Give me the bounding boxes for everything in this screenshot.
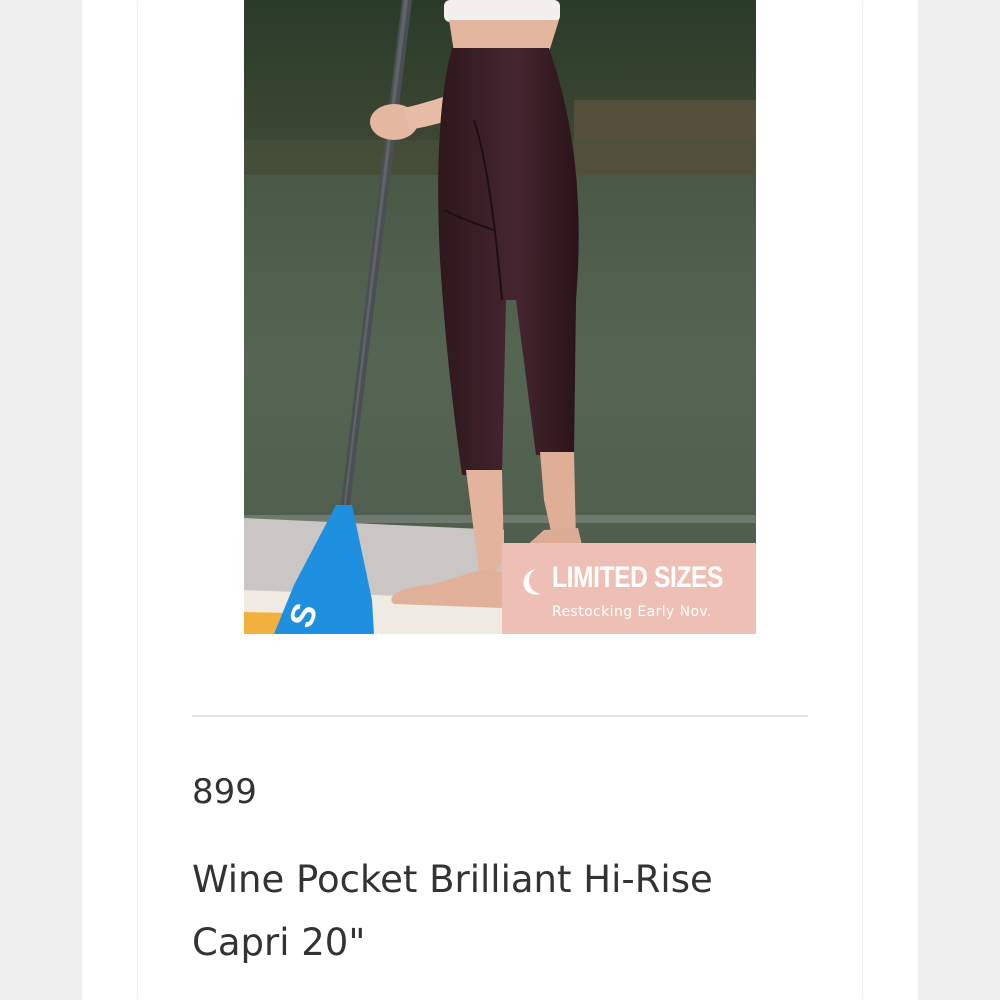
divider	[192, 715, 808, 717]
crescent-moon-icon	[523, 569, 540, 595]
product-image[interactable]: S LIMITED SIZES Restocking Early Nov.	[244, 0, 756, 634]
left-gutter	[82, 0, 138, 1000]
product-title[interactable]: Wine Pocket Brilliant Hi-Rise Capri 20"	[192, 848, 792, 974]
right-gutter	[862, 0, 918, 1000]
product-sku: 899	[192, 772, 257, 812]
product-card[interactable]: S LIMITED SIZES Restocking Early Nov. 89…	[138, 0, 862, 1000]
badge-subtitle: Restocking Early Nov.	[552, 604, 712, 620]
badge-title: LIMITED SIZES	[552, 561, 723, 594]
limited-sizes-badge: LIMITED SIZES Restocking Early Nov.	[502, 543, 756, 634]
